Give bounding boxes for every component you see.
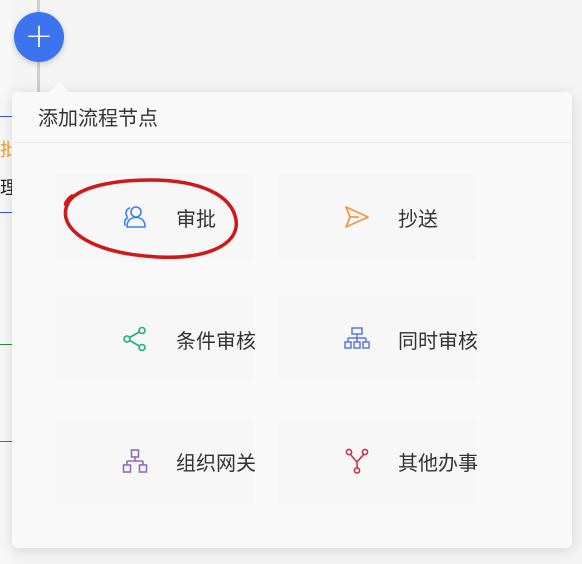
highlight-annotation — [63, 178, 238, 259]
